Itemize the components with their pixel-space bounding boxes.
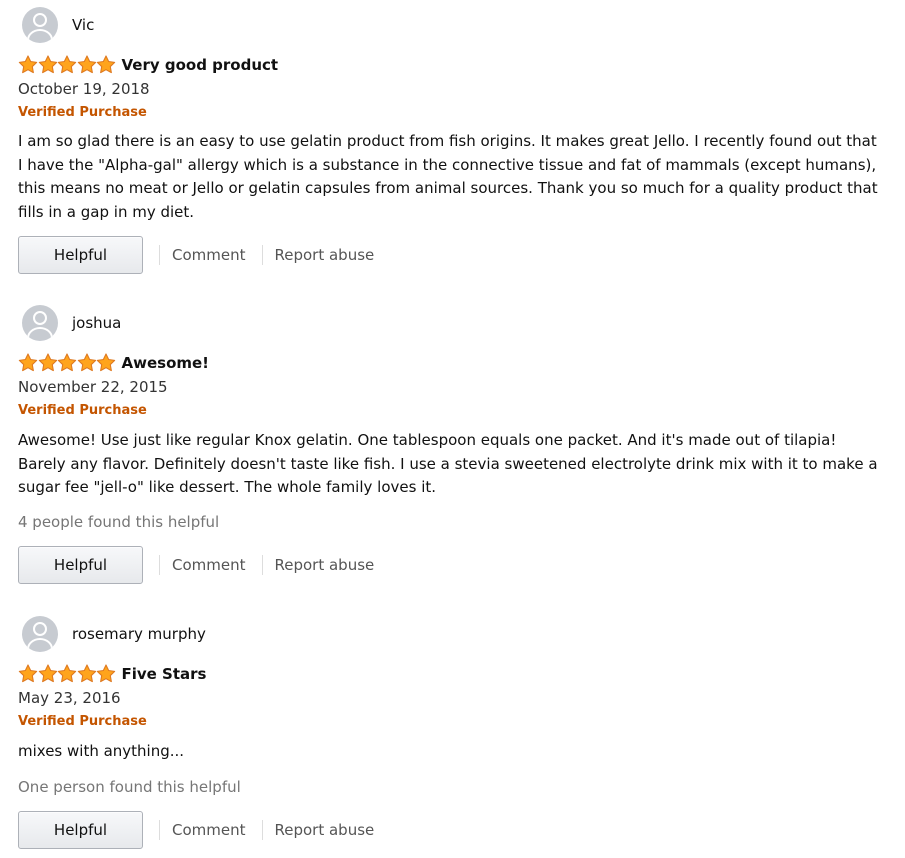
comment-link[interactable]: Comment: [172, 821, 246, 839]
reviewer-profile[interactable]: rosemary murphy: [22, 616, 206, 652]
rating-line: Five Stars: [18, 664, 206, 683]
star-icon: [57, 664, 77, 683]
review-title[interactable]: Very good product: [122, 56, 279, 74]
review-title[interactable]: Five Stars: [122, 665, 207, 683]
star-icon: [38, 353, 58, 372]
star-icon: [57, 353, 77, 372]
star-icon: [77, 55, 97, 74]
reviewer-name[interactable]: rosemary murphy: [72, 625, 206, 643]
helpful-button[interactable]: Helpful: [18, 236, 143, 274]
divider: [261, 555, 263, 575]
report-abuse-link[interactable]: Report abuse: [275, 821, 375, 839]
verified-purchase-badge[interactable]: Verified Purchase: [18, 105, 147, 120]
helpful-button[interactable]: Helpful: [18, 811, 143, 849]
star-icon: [96, 55, 116, 74]
star-rating[interactable]: [18, 353, 116, 372]
review-actions: Helpful Comment Report abuse: [18, 811, 374, 849]
review-body: I am so glad there is an easy to use gel…: [18, 132, 878, 221]
review-body: Awesome! Use just like regular Knox gela…: [18, 431, 878, 496]
report-abuse-link[interactable]: Report abuse: [275, 246, 375, 264]
report-abuse-link[interactable]: Report abuse: [275, 556, 375, 574]
avatar-icon: [22, 7, 58, 43]
comment-link[interactable]: Comment: [172, 556, 246, 574]
review-title[interactable]: Awesome!: [122, 354, 210, 372]
star-icon: [38, 664, 58, 683]
divider: [159, 245, 160, 265]
review-date: November 22, 2015: [18, 378, 168, 396]
divider: [261, 245, 263, 265]
reviewer-profile[interactable]: Vic: [22, 7, 94, 43]
review-body: mixes with anything...: [18, 742, 185, 760]
rating-line: Very good product: [18, 55, 278, 74]
comment-link[interactable]: Comment: [172, 246, 246, 264]
review-date: October 19, 2018: [18, 80, 150, 98]
helpful-count: 4 people found this helpful: [18, 513, 220, 531]
review-actions: Helpful Comment Report abuse: [18, 236, 374, 274]
review-actions: Helpful Comment Report abuse: [18, 546, 374, 584]
star-rating[interactable]: [18, 664, 116, 683]
verified-purchase-badge[interactable]: Verified Purchase: [18, 714, 147, 729]
avatar-icon: [22, 616, 58, 652]
star-icon: [96, 664, 116, 683]
star-icon: [18, 664, 38, 683]
review-date: May 23, 2016: [18, 689, 121, 707]
helpful-button[interactable]: Helpful: [18, 546, 143, 584]
divider: [159, 555, 160, 575]
star-rating[interactable]: [18, 55, 116, 74]
star-icon: [38, 55, 58, 74]
star-icon: [57, 55, 77, 74]
star-icon: [77, 353, 97, 372]
star-icon: [96, 353, 116, 372]
divider: [261, 820, 263, 840]
star-icon: [18, 353, 38, 372]
divider: [159, 820, 160, 840]
helpful-count: One person found this helpful: [18, 778, 241, 796]
rating-line: Awesome!: [18, 353, 209, 372]
avatar-icon: [22, 305, 58, 341]
reviewer-name[interactable]: joshua: [72, 314, 121, 332]
star-icon: [18, 55, 38, 74]
verified-purchase-badge[interactable]: Verified Purchase: [18, 403, 147, 418]
star-icon: [77, 664, 97, 683]
reviewer-name[interactable]: Vic: [72, 16, 94, 34]
reviewer-profile[interactable]: joshua: [22, 305, 121, 341]
